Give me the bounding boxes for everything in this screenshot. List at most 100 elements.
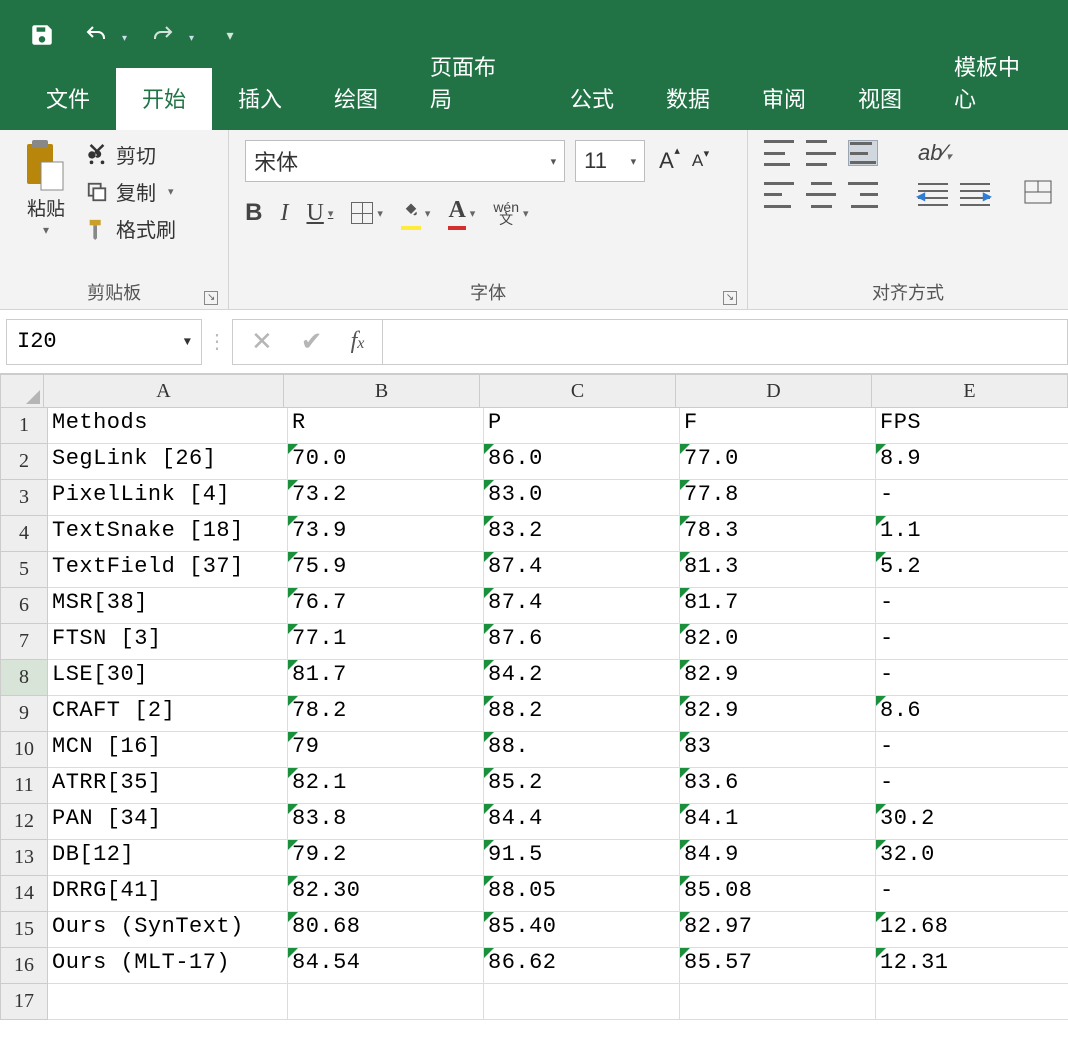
row-header-6[interactable]: 6 (0, 588, 48, 624)
cell-D14[interactable]: 85.08 (680, 876, 876, 912)
row-header-9[interactable]: 9 (0, 696, 48, 732)
font-size-combo[interactable]: 11 ▾ (575, 140, 645, 182)
align-top-button[interactable] (764, 140, 794, 166)
cell-E4[interactable]: 1.1 (876, 516, 1068, 552)
cell-C3[interactable]: 83.0 (484, 480, 680, 516)
cell-D16[interactable]: 85.57 (680, 948, 876, 984)
tab-插入[interactable]: 插入 (212, 68, 308, 130)
cell-D9[interactable]: 82.9 (680, 696, 876, 732)
cell-A13[interactable]: DB[12] (48, 840, 288, 876)
row-header-15[interactable]: 15 (0, 912, 48, 948)
align-center-button[interactable] (806, 182, 836, 208)
tab-文件[interactable]: 文件 (20, 68, 116, 130)
increase-font-button[interactable]: A▴ (655, 148, 678, 174)
align-left-button[interactable] (764, 182, 794, 208)
cell-C7[interactable]: 87.6 (484, 624, 680, 660)
tab-数据[interactable]: 数据 (640, 68, 736, 130)
cell-A12[interactable]: PAN [34] (48, 804, 288, 840)
cell-E14[interactable]: - (876, 876, 1068, 912)
cell-B9[interactable]: 78.2 (288, 696, 484, 732)
merge-cells-button[interactable] (1024, 180, 1052, 209)
decrease-font-button[interactable]: A▾ (688, 151, 707, 171)
formula-input[interactable] (383, 319, 1068, 365)
row-header-8[interactable]: 8 (0, 660, 48, 696)
cell-E2[interactable]: 8.9 (876, 444, 1068, 480)
cell-B8[interactable]: 81.7 (288, 660, 484, 696)
cell-C5[interactable]: 87.4 (484, 552, 680, 588)
undo-caret-icon[interactable]: ▾ (122, 27, 127, 44)
column-header-E[interactable]: E (872, 374, 1068, 408)
formula-bar-splitter[interactable]: ⋮ (202, 329, 232, 354)
tab-绘图[interactable]: 绘图 (308, 68, 404, 130)
cell-D12[interactable]: 84.1 (680, 804, 876, 840)
cell-D10[interactable]: 83 (680, 732, 876, 768)
cell-A16[interactable]: Ours (MLT-17) (48, 948, 288, 984)
cell-D1[interactable]: F (680, 408, 876, 444)
cell-A6[interactable]: MSR[38] (48, 588, 288, 624)
tab-页面布局[interactable]: 页面布局 (404, 36, 544, 130)
format-painter-button[interactable]: 格式刷 (82, 212, 180, 245)
row-header-13[interactable]: 13 (0, 840, 48, 876)
cell-D17[interactable] (680, 984, 876, 1020)
redo-button[interactable] (145, 17, 181, 53)
column-header-C[interactable]: C (480, 374, 676, 408)
cell-B14[interactable]: 82.30 (288, 876, 484, 912)
cell-A1[interactable]: Methods (48, 408, 288, 444)
cell-D11[interactable]: 83.6 (680, 768, 876, 804)
cell-grid[interactable]: MethodsRPFFPSSegLink [26]70.086.077.08.9… (48, 408, 1068, 1020)
cell-C6[interactable]: 87.4 (484, 588, 680, 624)
row-header-4[interactable]: 4 (0, 516, 48, 552)
cell-A2[interactable]: SegLink [26] (48, 444, 288, 480)
tab-视图[interactable]: 视图 (832, 68, 928, 130)
chevron-down-icon[interactable]: ▾ (43, 223, 49, 237)
fill-color-button[interactable]: ▾ (401, 196, 431, 230)
row-header-5[interactable]: 5 (0, 552, 48, 588)
cell-E3[interactable]: - (876, 480, 1068, 516)
enter-formula-button[interactable]: ✔ (301, 326, 323, 357)
cell-E1[interactable]: FPS (876, 408, 1068, 444)
cell-D3[interactable]: 77.8 (680, 480, 876, 516)
underline-button[interactable]: U▾ (307, 200, 334, 227)
cell-D8[interactable]: 82.9 (680, 660, 876, 696)
row-header-10[interactable]: 10 (0, 732, 48, 768)
copy-button[interactable]: 复制 ▾ (82, 175, 180, 208)
cell-B1[interactable]: R (288, 408, 484, 444)
cell-B13[interactable]: 79.2 (288, 840, 484, 876)
column-header-D[interactable]: D (676, 374, 872, 408)
align-bottom-button[interactable] (848, 140, 878, 166)
cell-C16[interactable]: 86.62 (484, 948, 680, 984)
undo-button[interactable] (78, 17, 114, 53)
column-header-B[interactable]: B (284, 374, 480, 408)
cell-E12[interactable]: 30.2 (876, 804, 1068, 840)
cell-D13[interactable]: 84.9 (680, 840, 876, 876)
borders-button[interactable]: ▾ (351, 202, 383, 224)
cell-B15[interactable]: 80.68 (288, 912, 484, 948)
cell-E9[interactable]: 8.6 (876, 696, 1068, 732)
cell-A14[interactable]: DRRG[41] (48, 876, 288, 912)
cell-D15[interactable]: 82.97 (680, 912, 876, 948)
font-color-button[interactable]: A▾ (448, 197, 475, 230)
row-header-7[interactable]: 7 (0, 624, 48, 660)
italic-button[interactable]: I (281, 200, 289, 227)
cell-B3[interactable]: 73.2 (288, 480, 484, 516)
orientation-button[interactable]: ab⁄▾ (918, 140, 952, 166)
row-header-3[interactable]: 3 (0, 480, 48, 516)
cell-A10[interactable]: MCN [16] (48, 732, 288, 768)
cell-C9[interactable]: 88.2 (484, 696, 680, 732)
row-header-2[interactable]: 2 (0, 444, 48, 480)
cell-C17[interactable] (484, 984, 680, 1020)
cell-E6[interactable]: - (876, 588, 1068, 624)
cell-E5[interactable]: 5.2 (876, 552, 1068, 588)
row-header-17[interactable]: 17 (0, 984, 48, 1020)
row-header-11[interactable]: 11 (0, 768, 48, 804)
cell-A11[interactable]: ATRR[35] (48, 768, 288, 804)
cell-A7[interactable]: FTSN [3] (48, 624, 288, 660)
column-header-A[interactable]: A (44, 374, 284, 408)
cell-A9[interactable]: CRAFT [2] (48, 696, 288, 732)
cell-A4[interactable]: TextSnake [18] (48, 516, 288, 552)
row-header-16[interactable]: 16 (0, 948, 48, 984)
cell-B6[interactable]: 76.7 (288, 588, 484, 624)
cell-B5[interactable]: 75.9 (288, 552, 484, 588)
chevron-down-icon[interactable]: ▾ (168, 185, 174, 198)
dialog-launcher-icon[interactable]: ↘ (204, 291, 218, 305)
